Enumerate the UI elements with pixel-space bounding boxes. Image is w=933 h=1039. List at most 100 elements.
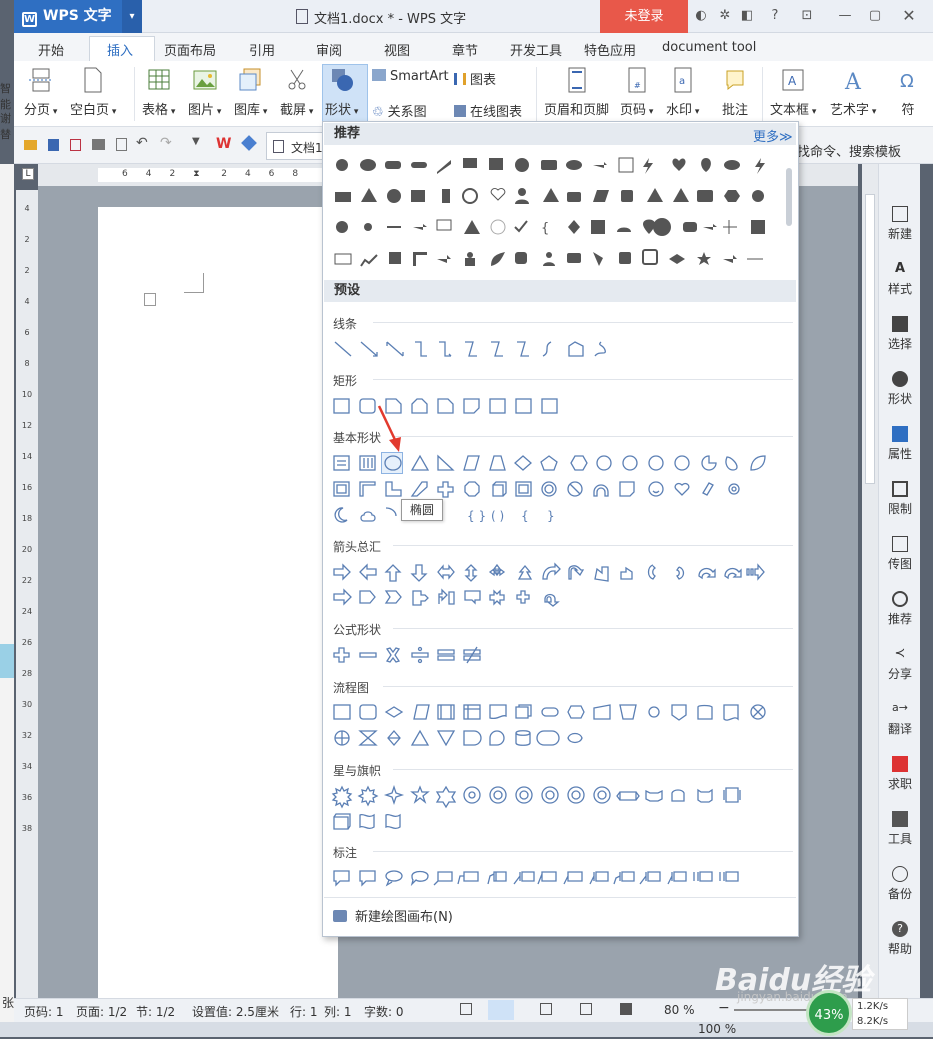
sidebar-upload-image[interactable]: 传图 — [879, 536, 921, 572]
gallery-button[interactable]: 图库 ▾ — [234, 67, 267, 118]
sidebar-help[interactable]: ? 帮助 — [879, 921, 921, 957]
sidebar-properties[interactable]: 属性 — [879, 426, 921, 462]
sidebar-shapes[interactable]: 形状 — [879, 371, 921, 407]
basic-shapes-icons[interactable]: { } ( ) {} — [331, 453, 771, 533]
tab-home[interactable]: 开始 — [38, 40, 64, 59]
reading-mode-icon[interactable] — [620, 1003, 632, 1015]
paste-options-icon[interactable] — [144, 293, 156, 306]
tab-references[interactable]: 引用 — [249, 40, 275, 59]
rectangles-row[interactable] — [331, 396, 577, 416]
comment-button[interactable]: 批注 — [722, 67, 748, 118]
equation-row[interactable] — [331, 645, 497, 665]
callouts-row[interactable] — [331, 868, 757, 888]
sidebar-translate[interactable]: a→ 翻译 — [879, 701, 921, 737]
minimize-icon[interactable]: — — [836, 7, 854, 25]
basic-shapes-row-1[interactable]: { } ( ) {} — [331, 453, 777, 533]
web-view-icon[interactable] — [580, 1003, 592, 1015]
wps-app-menu[interactable]: W WPS 文字 — [14, 0, 136, 33]
header-footer-button[interactable]: 页眉和页脚 — [544, 67, 609, 118]
open-folder-icon[interactable] — [24, 140, 37, 150]
tab-developer[interactable]: 开发工具 — [510, 40, 562, 59]
save-icon[interactable] — [48, 139, 59, 151]
collapse-ribbon-icon[interactable]: ⊡ — [798, 7, 816, 25]
table-button[interactable]: 表格 ▾ — [142, 67, 175, 118]
network-speed-badge[interactable]: 43% — [806, 990, 852, 1036]
shapes-button[interactable]: 形状 ▾ — [325, 67, 358, 118]
page-break-button[interactable]: 分页 ▾ — [24, 67, 57, 118]
online-chart-button[interactable]: 在线图表 — [454, 101, 522, 120]
relation-chart-button[interactable]: ♲ 关系图 — [372, 101, 427, 120]
scrollbar-thumb[interactable] — [865, 194, 875, 484]
new-drawing-canvas-item[interactable]: 新建绘图画布(N) — [333, 906, 453, 925]
document-page[interactable] — [98, 207, 338, 1007]
flowchart-row[interactable] — [331, 702, 777, 748]
more-shapes-link[interactable]: 更多≫ — [753, 126, 793, 145]
sidebar-new[interactable]: 新建 — [879, 206, 921, 242]
zoom-level[interactable]: 80 % — [664, 1003, 695, 1017]
rectangle-shapes-icons[interactable] — [331, 396, 571, 416]
equation-shapes-icons[interactable] — [331, 645, 491, 665]
screenshot-button[interactable]: 截屏 ▾ — [280, 67, 313, 118]
tab-document-tool[interactable]: document tool — [662, 40, 756, 55]
feedback-icon[interactable]: ◧ — [738, 7, 756, 25]
tab-review[interactable]: 审阅 — [316, 40, 342, 59]
star-shapes-icons[interactable] — [331, 785, 771, 831]
maximize-icon[interactable]: ▢ — [866, 7, 884, 25]
tab-insert[interactable]: 插入 — [107, 40, 133, 59]
smartart-button[interactable]: SmartArt — [372, 69, 449, 84]
tab-view[interactable]: 视图 — [384, 40, 410, 59]
callout-shapes-icons[interactable] — [331, 868, 751, 888]
blank-page-button[interactable]: 空白页 ▾ — [70, 67, 116, 118]
search-command-box[interactable]: 查找命令、搜索模板 — [784, 141, 901, 160]
arrow-shapes-icons[interactable] — [331, 562, 771, 608]
print-preview-icon[interactable] — [116, 138, 127, 151]
app-menu-dropdown-icon[interactable]: ▾ — [122, 0, 142, 33]
line-shapes-icons[interactable] — [331, 339, 651, 359]
page-view-button[interactable] — [488, 1000, 514, 1020]
watermark-button[interactable]: a 水印 ▾ — [666, 67, 699, 118]
recommended-shapes-icons[interactable]: { — [331, 154, 781, 282]
sidebar-tools[interactable]: 工具 — [879, 811, 921, 847]
vertical-scrollbar[interactable] — [862, 164, 878, 998]
tab-page-layout[interactable]: 页面布局 — [164, 40, 216, 59]
fullscreen-view-icon[interactable] — [460, 1003, 472, 1015]
sidebar-jobs[interactable]: 求职 — [879, 756, 921, 792]
sidebar-share[interactable]: ≺ 分享 — [879, 646, 921, 682]
zoom-out-icon[interactable]: − — [718, 1000, 730, 1016]
symbol-button[interactable]: Ω 符 — [896, 67, 920, 118]
cube-icon[interactable] — [241, 135, 257, 151]
picture-button[interactable]: 图片 ▾ — [188, 67, 221, 118]
flowchart-shapes-icons[interactable] — [331, 702, 771, 748]
customize-dropdown-icon[interactable]: ▼ — [192, 136, 200, 147]
skin-icon[interactable]: ◐ — [692, 7, 710, 25]
wordart-button[interactable]: A 艺术字 ▾ — [830, 67, 876, 118]
sidebar-backup[interactable]: 备份 — [879, 866, 921, 902]
lines-row[interactable] — [331, 339, 657, 359]
chart-button[interactable]: 图表 — [454, 69, 496, 88]
stars-row[interactable] — [331, 785, 777, 831]
tab-special[interactable]: 特色应用 — [584, 40, 636, 59]
print-icon[interactable] — [92, 139, 105, 150]
sidebar-style[interactable]: A 样式 — [879, 261, 921, 297]
sidebar-recommend[interactable]: 推荐 — [879, 591, 921, 627]
login-button[interactable]: 未登录 — [600, 0, 688, 33]
undo-icon[interactable]: ↶ — [136, 135, 148, 151]
sidebar-select[interactable]: 选择 — [879, 316, 921, 352]
tab-stop-selector[interactable]: L — [22, 168, 34, 180]
wps-w-icon[interactable]: W — [216, 136, 231, 152]
textbox-button[interactable]: A 文本框 ▾ — [770, 67, 816, 118]
vertical-ruler[interactable]: 4 2 2 4 6 8 10 12 14 16 18 20 22 24 26 2… — [16, 190, 38, 1000]
ruler-indent-marker[interactable]: ⧗ — [193, 169, 203, 179]
arrows-row[interactable] — [331, 562, 777, 608]
settings-icon[interactable]: ✲ — [716, 7, 734, 25]
tab-chapter[interactable]: 章节 — [452, 40, 478, 59]
help-icon[interactable]: ? — [766, 7, 784, 25]
dropdown-scrollbar[interactable] — [786, 168, 792, 226]
outline-view-icon[interactable] — [540, 1003, 552, 1015]
page-number-button[interactable]: # 页码 ▾ — [620, 67, 653, 118]
zoom-slider[interactable] — [734, 1009, 814, 1011]
redo-icon[interactable]: ↷ — [160, 135, 172, 151]
export-pdf-icon[interactable] — [70, 139, 81, 151]
sidebar-restrict[interactable]: 限制 — [879, 481, 921, 517]
close-icon[interactable]: ✕ — [900, 7, 918, 25]
